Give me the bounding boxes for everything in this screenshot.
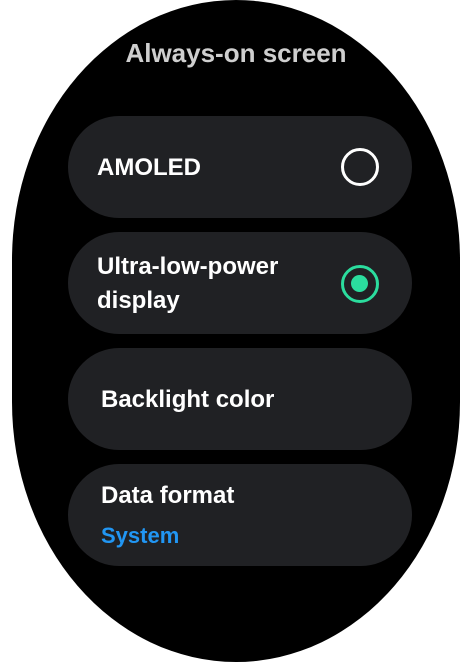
radio-selected-dot <box>351 275 368 292</box>
screen-title: Always-on screen <box>125 38 347 68</box>
option-ultra-low-power-label-line1: Ultra-low-power <box>97 253 279 280</box>
radio-unselected-icon[interactable] <box>341 148 379 186</box>
radio-selected-icon[interactable] <box>341 265 379 303</box>
watch-screen: Always-on screen AMOLED Ultra-low-power … <box>12 0 460 662</box>
option-amoled[interactable]: AMOLED <box>68 116 412 218</box>
backlight-color-label: Backlight color <box>101 386 275 413</box>
data-format-item[interactable]: Data format System <box>68 464 412 566</box>
option-amoled-label: AMOLED <box>97 154 201 181</box>
option-ultra-low-power[interactable]: Ultra-low-power display <box>68 232 412 334</box>
option-ultra-low-power-label-line2: display <box>97 287 180 314</box>
data-format-label: Data format <box>101 482 235 509</box>
data-format-value: System <box>101 523 180 548</box>
backlight-color-item[interactable]: Backlight color <box>68 348 412 450</box>
